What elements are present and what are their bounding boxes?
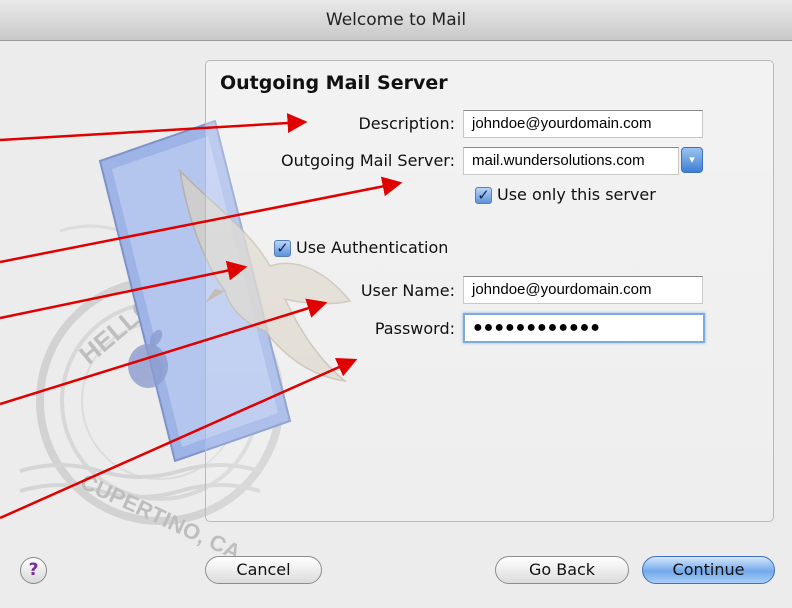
annotation-arrow <box>0 357 358 520</box>
mail-setup-window: Welcome to Mail HELLO FR CUPERTINO, CA O… <box>0 0 792 608</box>
annotation-arrow <box>0 260 248 320</box>
annotation-arrow <box>0 176 403 264</box>
annotation-arrow <box>0 113 308 142</box>
annotation-arrows <box>0 113 403 520</box>
annotation-arrow <box>0 298 328 406</box>
